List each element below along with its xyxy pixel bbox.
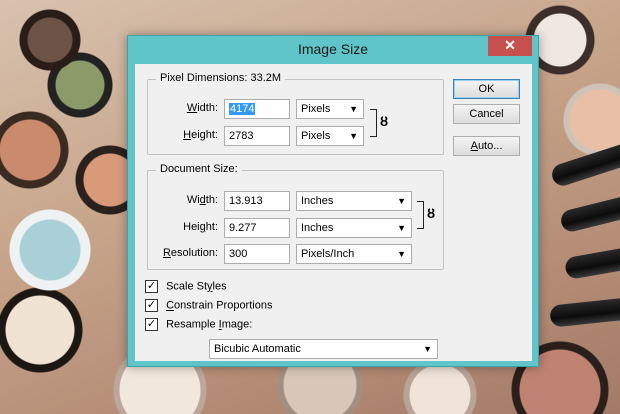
resample-image-option[interactable]: ✓ Resample Image: (145, 318, 252, 332)
pixel-width-input[interactable]: 4174 (224, 99, 290, 119)
document-size-legend: Document Size: (156, 163, 242, 175)
document-size-group: Document Size: Width: 13.913 Inches ▼ He… (147, 163, 444, 270)
background-brush (549, 133, 620, 189)
chevron-down-icon: ▼ (349, 131, 358, 141)
chevron-down-icon: ▼ (423, 344, 432, 354)
background-brush (563, 241, 620, 281)
resolution-input[interactable]: 300 (224, 244, 290, 264)
document-height-unit-select[interactable]: Inches ▼ (296, 218, 412, 238)
chevron-down-icon: ▼ (397, 196, 406, 206)
chevron-down-icon: ▼ (397, 223, 406, 233)
document-width-label: Width: (186, 194, 218, 206)
pixel-constrain-bracket (370, 109, 377, 137)
link-icon: ȣ (427, 206, 436, 221)
document-width-unit-select[interactable]: Inches ▼ (296, 191, 412, 211)
pixel-height-unit-select[interactable]: Pixels ▼ (296, 126, 364, 146)
document-height-input[interactable]: 9.277 (224, 218, 290, 238)
pixel-width-unit-select[interactable]: Pixels ▼ (296, 99, 364, 119)
ok-button[interactable]: OK (453, 79, 520, 99)
background-brush (549, 294, 620, 328)
scale-styles-checkbox[interactable]: ✓ (145, 280, 158, 293)
pixel-height-input[interactable]: 2783 (224, 126, 290, 146)
resolution-label: Resolution: (162, 247, 218, 259)
dialog-title: Image Size (297, 41, 369, 57)
scale-styles-option[interactable]: ✓ Scale Styles (145, 280, 227, 294)
cancel-button[interactable]: Cancel (453, 104, 520, 124)
image-size-dialog: Image Size ✕ Pixel Dimensions: 33.2M Wid… (127, 35, 539, 367)
chevron-down-icon: ▼ (349, 104, 358, 114)
document-constrain-bracket (417, 201, 424, 229)
constrain-proportions-checkbox[interactable]: ✓ (145, 299, 158, 312)
resample-method-select[interactable]: Bicubic Automatic ▼ (209, 339, 438, 359)
document-width-input[interactable]: 13.913 (224, 191, 290, 211)
chevron-down-icon: ▼ (397, 249, 406, 259)
pixel-height-label: Height: (183, 129, 218, 141)
link-icon: ȣ (380, 114, 389, 129)
auto-button[interactable]: Auto... (453, 136, 520, 156)
pixel-dimensions-size: 33.2M (250, 72, 282, 84)
pixel-width-label: Width: (186, 102, 218, 114)
background-brush (558, 188, 620, 234)
resolution-unit-select[interactable]: Pixels/Inch ▼ (296, 244, 412, 264)
constrain-proportions-option[interactable]: ✓ Constrain Proportions (145, 299, 272, 313)
pixel-dimensions-group: Pixel Dimensions: 33.2M Width: 4174 Pixe… (147, 72, 444, 155)
resample-image-checkbox[interactable]: ✓ (145, 318, 158, 331)
document-height-label: Height: (183, 221, 218, 233)
dialog-client: Pixel Dimensions: 33.2M Width: 4174 Pixe… (135, 64, 532, 361)
pixel-dimensions-legend: Pixel Dimensions: 33.2M (156, 72, 286, 84)
close-button[interactable]: ✕ (488, 36, 532, 56)
